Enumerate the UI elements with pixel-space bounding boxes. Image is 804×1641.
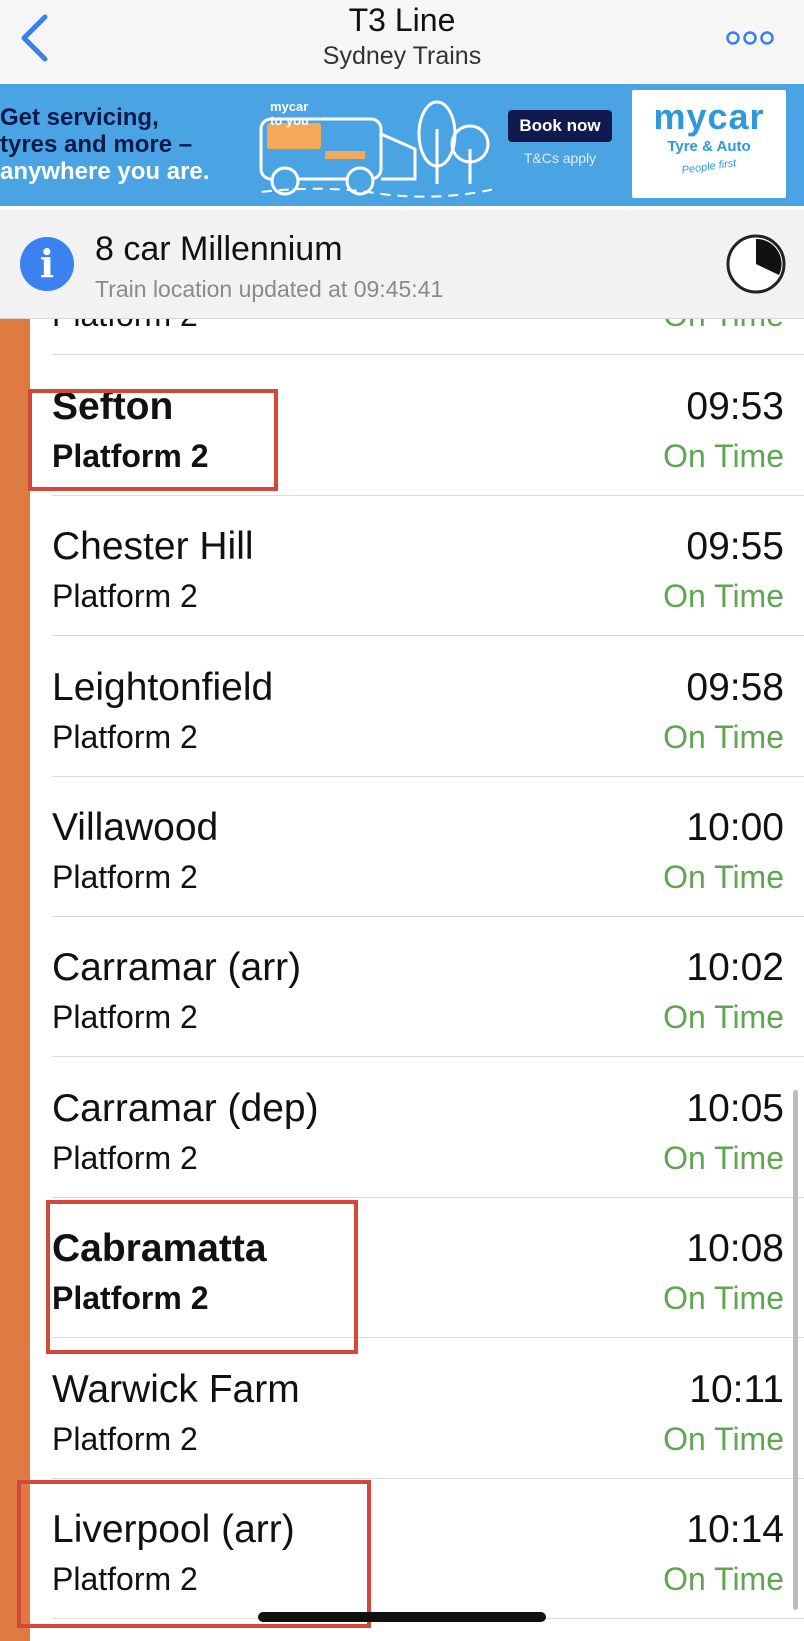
station-name: Leightonfield xyxy=(52,666,274,709)
list-item[interactable]: Villawood Platform 2 10:00 On Time xyxy=(52,776,804,917)
list-item[interactable]: Carramar (arr) Platform 2 10:02 On Time xyxy=(52,916,804,1057)
ad-logo: mycar Tyre & Auto People first xyxy=(632,90,786,198)
highlight-box-cabramatta xyxy=(46,1200,358,1354)
list-item[interactable]: Leightonfield Platform 2 09:58 On Time xyxy=(52,636,804,777)
departure-time: 10:08 xyxy=(686,1227,784,1270)
status-label: On Time xyxy=(663,1140,784,1176)
book-now-button[interactable]: Book now xyxy=(508,110,612,142)
navigation-bar: T3 Line Sydney Trains xyxy=(0,0,804,84)
info-icon[interactable]: i xyxy=(20,237,74,291)
station-name: Warwick Farm xyxy=(52,1368,300,1411)
status-label: On Time xyxy=(663,859,784,895)
departure-time: 09:53 xyxy=(686,385,784,428)
status-label: On Time xyxy=(663,319,784,334)
status-label: On Time xyxy=(663,719,784,755)
ad-headline-line: anywhere you are. xyxy=(0,158,210,185)
stops-list[interactable]: Platform 2 On Time Sefton Platform 2 09:… xyxy=(0,319,804,1641)
status-label: On Time xyxy=(663,438,784,474)
ad-brand: mycar xyxy=(653,96,765,137)
status-label: On Time xyxy=(663,1421,784,1457)
location-updated-text: Train location updated at 09:45:41 xyxy=(95,276,444,302)
platform-label: Platform 2 xyxy=(52,859,198,895)
list-item[interactable]: Platform 2 On Time xyxy=(52,319,804,355)
station-name: Carramar (dep) xyxy=(52,1087,319,1130)
platform-label: Platform 2 xyxy=(52,578,198,614)
train-type: 8 car Millennium xyxy=(95,230,343,268)
status-label: On Time xyxy=(663,999,784,1035)
highlight-box-liverpool xyxy=(17,1480,371,1628)
status-label: On Time xyxy=(663,1561,784,1597)
departure-time: 10:00 xyxy=(686,806,784,849)
list-item[interactable]: Chester Hill Platform 2 09:55 On Time xyxy=(52,495,804,636)
page-title: T3 Line xyxy=(348,2,456,38)
platform-label: Platform 2 xyxy=(52,1140,198,1176)
ad-banner[interactable]: Get servicing, tyres and more – anywhere… xyxy=(0,84,804,206)
ad-brand-tag: People first xyxy=(680,157,738,177)
platform-label: Platform 2 xyxy=(52,999,198,1035)
scrollbar[interactable] xyxy=(793,1090,798,1610)
platform-label: Platform 2 xyxy=(52,719,198,755)
departure-time: 10:05 xyxy=(686,1087,784,1130)
departure-time: 10:14 xyxy=(686,1508,784,1551)
station-name: Carramar (arr) xyxy=(52,946,302,989)
platform-label: Platform 2 xyxy=(52,319,198,334)
status-label: On Time xyxy=(663,578,784,614)
ad-van-label-line: mycar xyxy=(270,99,309,114)
more-button[interactable] xyxy=(720,18,780,58)
departure-time: 10:11 xyxy=(689,1368,784,1411)
station-name: Villawood xyxy=(52,806,219,849)
van-illustration xyxy=(255,100,496,198)
ad-van-label: mycar to you xyxy=(270,100,309,128)
platform-label: Platform 2 xyxy=(52,1421,198,1457)
ad-terms: T&Cs apply xyxy=(523,150,597,166)
highlight-box-sefton xyxy=(28,389,278,491)
list-item[interactable]: Carramar (dep) Platform 2 10:05 On Time xyxy=(52,1057,804,1198)
home-indicator[interactable] xyxy=(258,1612,546,1622)
status-label: On Time xyxy=(663,1280,784,1316)
station-name: Chester Hill xyxy=(52,525,254,568)
departure-time: 10:02 xyxy=(686,946,784,989)
train-info-bar: i 8 car Millennium Train location update… xyxy=(0,210,804,319)
ad-headline-line: tyres and more – xyxy=(0,131,193,158)
ad-headline: Get servicing, tyres and more – anywhere… xyxy=(0,104,260,185)
departure-time: 09:55 xyxy=(686,525,784,568)
timer-icon[interactable] xyxy=(725,233,787,295)
page-subtitle: Sydney Trains xyxy=(322,42,482,70)
line-color-stripe xyxy=(0,319,30,1641)
ellipsis-icon xyxy=(726,31,774,45)
ad-headline-line: Get servicing, xyxy=(0,104,159,131)
list-item[interactable]: Warwick Farm Platform 2 10:11 On Time xyxy=(52,1338,804,1479)
departure-time: 09:58 xyxy=(686,666,784,709)
ad-van-label-line: to you xyxy=(270,113,309,128)
